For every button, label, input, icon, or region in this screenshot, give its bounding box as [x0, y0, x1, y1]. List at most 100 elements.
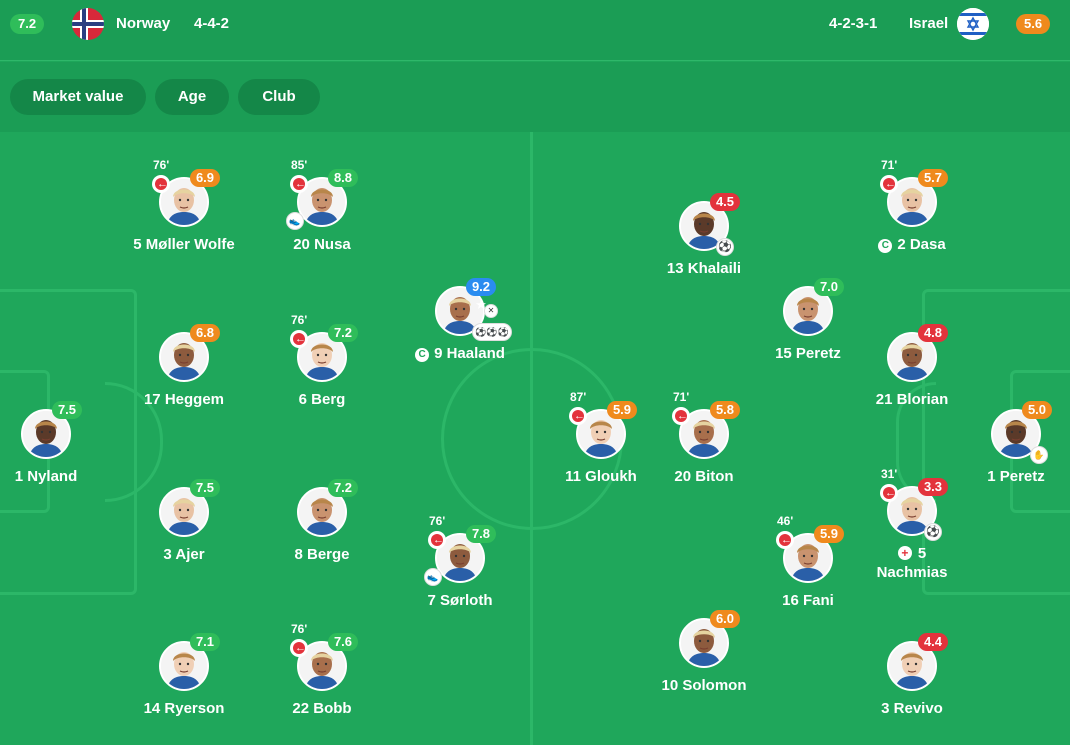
- player-rating-badge: 7.2: [328, 324, 358, 342]
- player-rating-badge: 5.9: [607, 401, 637, 419]
- player-rating-badge: 5.7: [918, 169, 948, 187]
- home-team-rating: 7.2: [10, 14, 45, 34]
- israel-flag-icon: [957, 8, 989, 40]
- player-name[interactable]: 21 Blorian: [822, 390, 1002, 409]
- player-rating-badge: 4.5: [710, 193, 740, 211]
- filter-club-button[interactable]: Club: [238, 79, 320, 115]
- goals-icon: ⚽⚽⚽: [472, 323, 512, 341]
- substitution-out-icon: ←: [428, 531, 446, 549]
- substitution-time: 76': [153, 158, 170, 172]
- substitution-time: 31': [881, 467, 898, 481]
- injury-icon: +: [897, 546, 912, 560]
- player-name[interactable]: 16 Fani: [718, 591, 898, 610]
- player-rating-badge: 4.8: [918, 324, 948, 342]
- player-name[interactable]: 3 Revivo: [822, 699, 1002, 718]
- player-name-text: 5 Nachmias: [876, 545, 948, 581]
- player-rating-badge: 7.8: [466, 525, 496, 543]
- substitution-time: 76': [291, 622, 308, 636]
- player-name-text: 9 Haaland: [434, 345, 505, 362]
- substitution-time: 71': [673, 390, 690, 404]
- player-name-text: 5 Møller Wolfe: [133, 236, 235, 253]
- player-name[interactable]: 22 Bobb: [232, 699, 412, 718]
- match-header: 7.2 Norway 4-4-2 4-2-3-1 Israel 5.6: [0, 0, 1070, 61]
- player-name-text: 20 Nusa: [293, 236, 351, 253]
- player-name-text: 7 Sørloth: [427, 592, 493, 609]
- player-rating-badge: 7.5: [190, 479, 220, 497]
- away-team-name[interactable]: Israel: [909, 14, 948, 34]
- player-name[interactable]: 20 Biton: [614, 467, 794, 486]
- boot-icon: 👟: [424, 568, 442, 586]
- player-name-text: 21 Blorian: [875, 391, 949, 408]
- player-name-text: 3 Ajer: [163, 546, 205, 563]
- player-rating-badge: 7.6: [328, 633, 358, 651]
- player-name[interactable]: 8 Berge: [232, 545, 412, 564]
- substitution-out-icon: ←: [290, 639, 308, 657]
- player-name-text: 2 Dasa: [897, 236, 946, 253]
- filter-market-value-button[interactable]: Market value: [10, 79, 146, 115]
- player-name[interactable]: 13 Khalaili: [614, 259, 794, 278]
- substitution-out-icon: ←: [672, 407, 690, 425]
- player-name-text: 15 Peretz: [775, 345, 841, 362]
- player-rating-badge: 7.5: [52, 401, 82, 419]
- player-name[interactable]: 1 Nyland: [0, 467, 136, 486]
- substitution-time: 87': [570, 390, 587, 404]
- home-formation: 4-4-2: [194, 15, 230, 32]
- player-rating-badge: 6.0: [710, 610, 740, 628]
- substitution-time: 76': [291, 313, 308, 327]
- home-team-name[interactable]: Norway: [116, 14, 170, 34]
- player-name-text: 3 Revivo: [881, 700, 943, 717]
- player-rating-badge: 7.2: [328, 479, 358, 497]
- norway-flag-icon: [72, 8, 104, 40]
- captain-icon: C: [878, 239, 893, 253]
- player-name-text: 1 Nyland: [14, 468, 78, 485]
- player-name[interactable]: C 9 Haaland: [370, 344, 550, 363]
- player-name[interactable]: 7 Sørloth: [370, 591, 550, 610]
- player-rating-badge: 6.8: [190, 324, 220, 342]
- glove-icon: ✋: [1030, 446, 1048, 464]
- substitution-out-icon: ←: [290, 175, 308, 193]
- substitution-out-icon: ←: [152, 175, 170, 193]
- player-rating-badge: 6.9: [190, 169, 220, 187]
- player-name-text: 16 Fani: [782, 592, 834, 609]
- player-name[interactable]: C 2 Dasa: [822, 235, 1002, 254]
- player-name-text: 22 Bobb: [292, 700, 352, 717]
- player-name-text: 20 Biton: [674, 468, 734, 485]
- substitution-time: 46': [777, 514, 794, 528]
- own-goal-icon: ⚽: [924, 523, 942, 541]
- player-name[interactable]: 15 Peretz: [718, 344, 898, 363]
- player-name[interactable]: 1 Peretz: [926, 467, 1070, 486]
- player-name-text: 13 Khalaili: [666, 260, 742, 277]
- substitution-out-icon: ←: [569, 407, 587, 425]
- player-rating-badge: 5.0: [1022, 401, 1052, 419]
- player-name[interactable]: 20 Nusa: [232, 235, 412, 254]
- substitution-time: 85': [291, 158, 308, 172]
- own-goal-icon: ⚽: [716, 238, 734, 256]
- player-name[interactable]: +5 Nachmias: [867, 544, 957, 582]
- substitution-time: 76': [429, 514, 446, 528]
- player-name[interactable]: 6 Berg: [232, 390, 412, 409]
- player-rating-badge: 3.3: [918, 478, 948, 496]
- player-name-text: 17 Heggem: [143, 391, 225, 408]
- substitution-out-icon: ←: [880, 484, 898, 502]
- player-rating-badge: 7.1: [190, 633, 220, 651]
- player-name-text: 14 Ryerson: [143, 700, 225, 717]
- substitution-out-icon: ←: [880, 175, 898, 193]
- player-rating-badge: 7.0: [814, 278, 844, 296]
- player-name[interactable]: 10 Solomon: [614, 676, 794, 695]
- player-name-text: 10 Solomon: [661, 677, 747, 694]
- boot-icon: 👟: [286, 212, 304, 230]
- substitution-out-icon: ←: [290, 330, 308, 348]
- filter-age-button[interactable]: Age: [155, 79, 229, 115]
- substitution-out-icon: ←: [776, 531, 794, 549]
- player-rating-badge: 9.2 ★: [466, 278, 496, 312]
- away-formation: 4-2-3-1: [829, 15, 878, 32]
- player-rating-badge: 5.9: [814, 525, 844, 543]
- captain-icon: C: [415, 348, 430, 362]
- away-team-rating: 5.6: [1016, 14, 1051, 34]
- assist-icon: ✕: [484, 304, 498, 318]
- player-name-text: 1 Peretz: [987, 468, 1045, 485]
- player-rating-badge: 4.4: [918, 633, 948, 651]
- filter-bar: Market value Age Club: [0, 62, 1070, 132]
- player-name-text: 6 Berg: [298, 391, 346, 408]
- player-rating-badge: 8.8: [328, 169, 358, 187]
